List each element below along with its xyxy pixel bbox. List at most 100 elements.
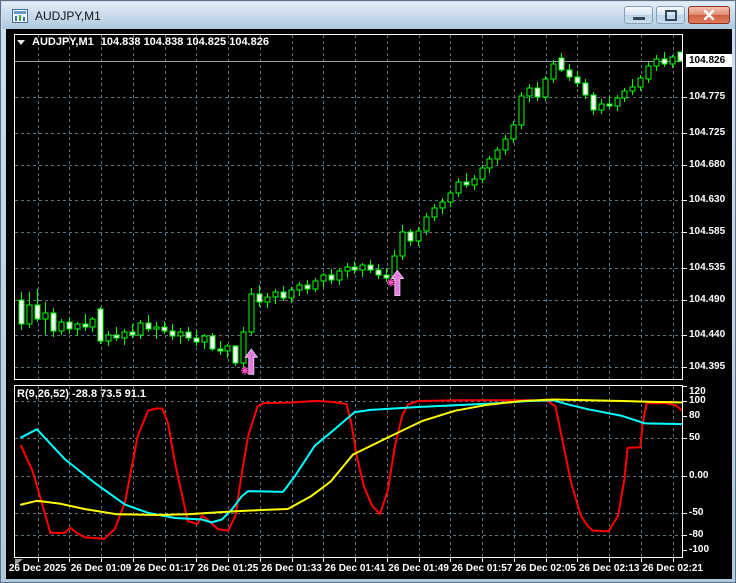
candle-body xyxy=(510,124,517,140)
candle-body xyxy=(97,308,104,342)
candle-body xyxy=(550,63,557,80)
close-button[interactable] xyxy=(688,6,730,24)
candle-body xyxy=(542,78,549,98)
time-axis-label: 26 Dec 02:13 xyxy=(578,563,640,574)
indicator-tick-label: 100 xyxy=(689,395,706,406)
candle-body xyxy=(367,264,374,271)
candle-body xyxy=(161,326,168,332)
candle-body xyxy=(248,293,255,333)
candle-body xyxy=(359,264,366,271)
candle-body xyxy=(439,201,446,209)
candle-body xyxy=(344,266,351,272)
candle-body xyxy=(209,335,216,350)
candle-body xyxy=(304,284,311,290)
slow-line xyxy=(20,398,683,516)
candle-body xyxy=(574,76,581,84)
indicator-tick-mark xyxy=(683,476,687,477)
time-axis-label: 26 Dec 01:33 xyxy=(261,563,322,574)
price-tick-mark xyxy=(683,367,687,368)
time-tick-mark xyxy=(577,558,578,562)
candle-body xyxy=(375,269,382,276)
candle-body xyxy=(193,337,200,343)
time-tick-mark xyxy=(228,558,229,562)
title-bar[interactable]: AUDJPY,M1 xyxy=(2,2,735,29)
main-chart-pane[interactable] xyxy=(14,34,683,380)
candle-body xyxy=(217,348,224,352)
candle-body xyxy=(669,56,676,65)
price-tick-mark xyxy=(683,200,687,201)
main-pane-border xyxy=(14,34,683,380)
candle-body xyxy=(169,330,176,337)
candle-body xyxy=(455,181,462,194)
time-axis-label: 26 Dec 01:25 xyxy=(197,563,259,574)
time-tick-mark xyxy=(641,558,642,562)
time-axis-label: 26 Dec 01:41 xyxy=(324,563,386,574)
candle-body xyxy=(264,296,271,303)
time-axis-label: 26 Dec 01:09 xyxy=(70,563,132,574)
price-tick-label: 104.490 xyxy=(689,293,726,305)
candle-body xyxy=(351,266,358,271)
candle-body xyxy=(645,65,652,80)
candle-body xyxy=(113,334,120,339)
price-tick-label: 104.725 xyxy=(689,126,726,138)
price-tick-mark xyxy=(683,300,687,301)
restore-button[interactable] xyxy=(656,6,685,24)
candle-body xyxy=(590,94,597,111)
candle-body xyxy=(34,304,41,320)
candle-body xyxy=(653,58,660,67)
chart-window-icon xyxy=(12,8,28,23)
time-axis-label: 26 Dec 01:49 xyxy=(388,563,449,574)
time-axis-label: 26 Dec 01:17 xyxy=(134,563,195,574)
candle-body xyxy=(18,299,25,325)
indicator-tick-mark xyxy=(683,438,687,439)
indicator-tick-label: 0.00 xyxy=(689,469,709,481)
price-tick-label: 104.775 xyxy=(689,91,726,103)
chart-window: AUDJPY,M1 AUDJPY,M1 104.838 104.838 104.… xyxy=(0,0,736,583)
candle-body xyxy=(280,291,287,299)
time-tick-mark xyxy=(482,558,483,562)
indicator-label: R(9,26,52) -28.8 73.5 91.1 xyxy=(17,388,147,400)
time-axis-label: 26 Dec 01:57 xyxy=(451,563,513,574)
candle-body xyxy=(423,216,430,232)
candle-body xyxy=(598,103,605,111)
chart-client-area: AUDJPY,M1 104.838 104.838 104.825 104.82… xyxy=(6,29,732,579)
candle-body xyxy=(486,158,493,169)
minimize-button[interactable] xyxy=(624,6,653,24)
candle-body xyxy=(185,331,192,339)
star-icon xyxy=(387,278,396,287)
candle-body xyxy=(629,86,636,92)
candle-body xyxy=(407,231,414,242)
indicator-tick-mark xyxy=(683,550,687,551)
candle-body xyxy=(606,103,613,107)
candle-body xyxy=(415,230,422,242)
minimize-icon xyxy=(632,17,645,20)
time-tick-mark xyxy=(450,558,451,562)
time-tick-mark xyxy=(514,558,515,562)
window-controls xyxy=(624,6,730,24)
candle-body xyxy=(50,312,57,332)
symbol-info-label[interactable]: AUDJPY,M1 104.838 104.838 104.825 104.82… xyxy=(17,36,269,48)
time-tick-mark xyxy=(546,558,547,562)
time-tick-mark xyxy=(673,558,674,562)
candle-body xyxy=(272,291,279,298)
candle-body xyxy=(42,312,49,320)
indicator-pane[interactable] xyxy=(14,385,683,558)
candle-body xyxy=(232,345,239,364)
price-tick-label: 104.440 xyxy=(689,329,726,341)
candle-body xyxy=(137,322,144,336)
candle-body xyxy=(383,274,390,279)
time-tick-mark xyxy=(133,558,134,562)
candle-body xyxy=(224,345,231,352)
time-tick-mark xyxy=(355,558,356,562)
indicator-tick-label: -80 xyxy=(689,529,704,541)
time-tick-mark xyxy=(101,558,102,562)
time-tick-mark xyxy=(323,558,324,562)
candle-body xyxy=(502,138,509,151)
indicator-tick-mark xyxy=(683,416,687,417)
candle-body xyxy=(614,97,621,107)
candle-body xyxy=(129,331,136,336)
candle-body xyxy=(296,284,303,291)
candle-body xyxy=(89,318,96,328)
candle-body xyxy=(145,322,152,330)
candle-body xyxy=(320,274,327,282)
